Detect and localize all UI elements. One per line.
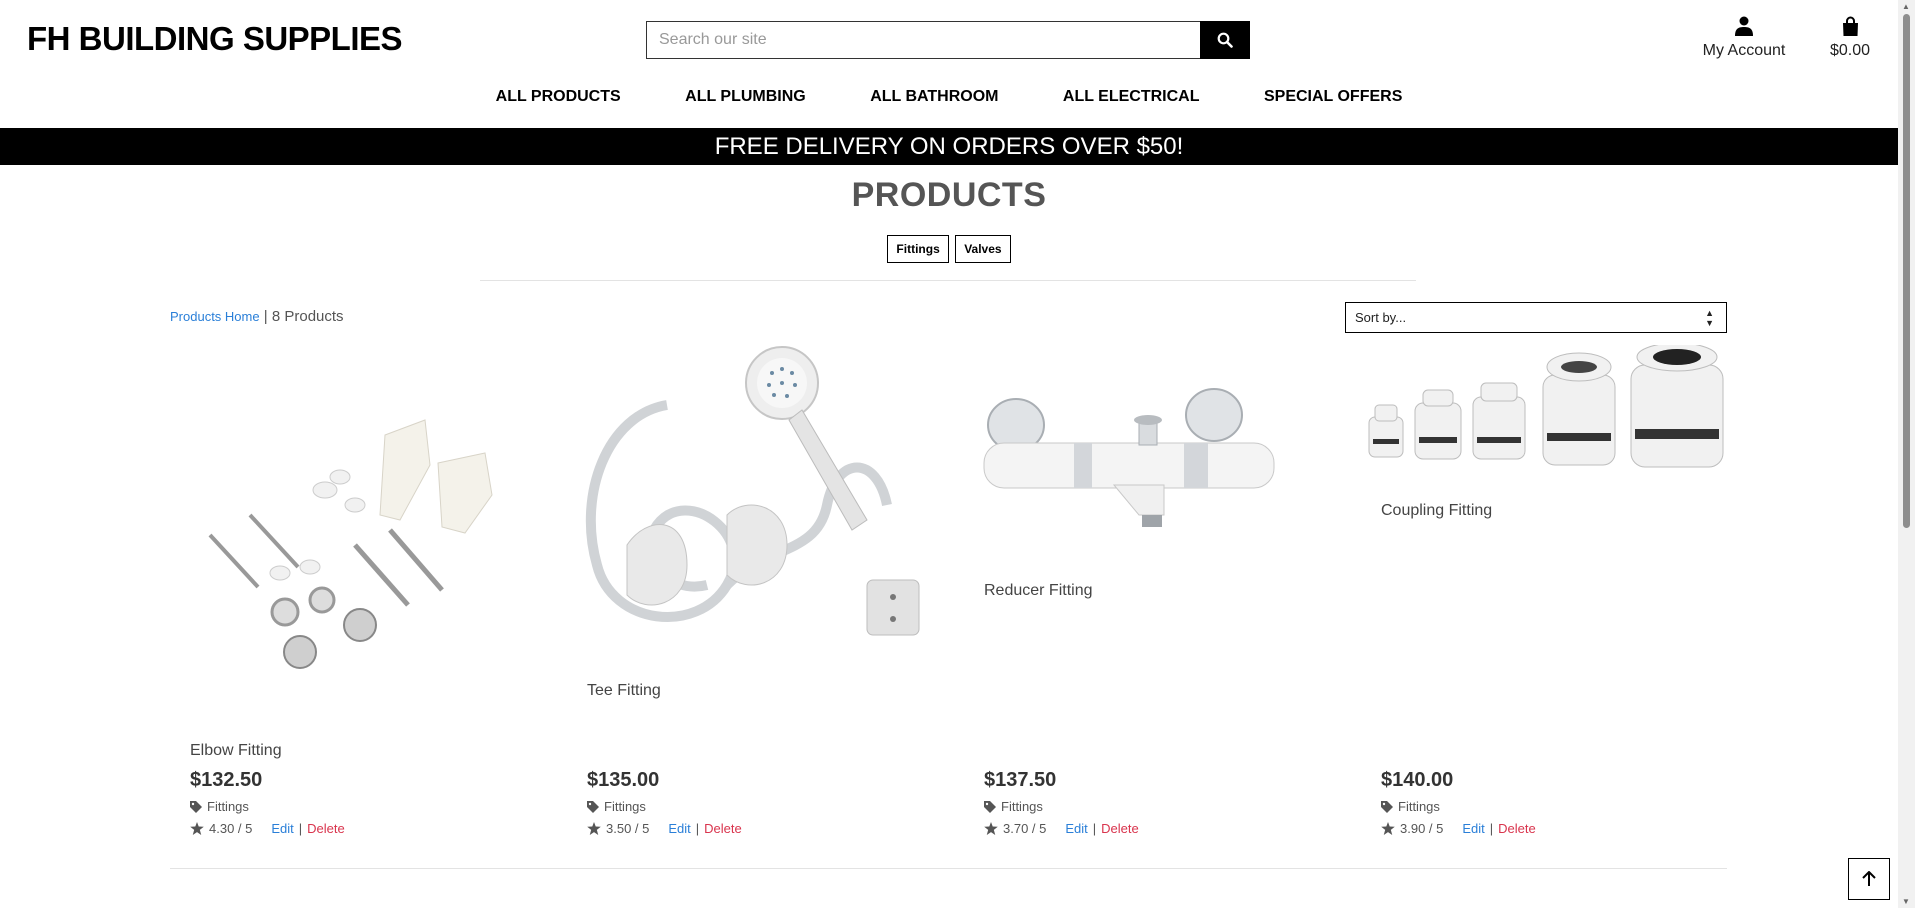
tag-icon [1381, 800, 1393, 813]
star-icon [587, 822, 601, 835]
product-rating: 3.90 / 5 Edit | Delete [1381, 821, 1536, 836]
product-category[interactable]: Fittings [984, 799, 1043, 814]
divider [170, 868, 1727, 869]
scrollbar[interactable]: ▲ ▼ [1898, 0, 1915, 908]
product-category[interactable]: Fittings [1381, 799, 1440, 814]
delete-link[interactable]: Delete [1498, 821, 1536, 836]
nav-all-bathroom[interactable]: ALL BATHROOM [870, 88, 998, 106]
product-category-label: Fittings [604, 799, 646, 814]
link-separator: | [298, 821, 303, 836]
product-card[interactable]: Reducer Fitting $137.50 Fittings 3.70 / … [964, 345, 1354, 845]
product-price: $135.00 [587, 769, 660, 791]
star-icon [1381, 822, 1395, 835]
product-name[interactable]: Reducer Fitting [984, 582, 1093, 600]
cart-total: $0.00 [1829, 42, 1871, 59]
product-rating: 3.70 / 5 Edit | Delete [984, 821, 1139, 836]
delete-link[interactable]: Delete [1101, 821, 1139, 836]
delivery-banner: FREE DELIVERY ON ORDERS OVER $50! [0, 128, 1898, 165]
back-to-top-button[interactable] [1848, 858, 1890, 900]
product-price: $137.50 [984, 769, 1057, 791]
sort-select[interactable]: Sort by... ▲ ▼ [1345, 302, 1727, 333]
product-image-bath-mixer[interactable] [964, 355, 1334, 560]
tag-icon [984, 800, 996, 813]
category-valves-button[interactable]: Valves [955, 235, 1011, 263]
cart-link[interactable]: $0.00 [1822, 16, 1878, 60]
breadcrumb: Products Home | 8 Products [170, 308, 344, 325]
product-card[interactable]: Tee Fitting $135.00 Fittings 3.50 / 5 Ed… [567, 345, 957, 845]
product-name[interactable]: Elbow Fitting [190, 742, 282, 760]
nav-all-products[interactable]: ALL PRODUCTS [496, 88, 621, 106]
product-category-label: Fittings [1398, 799, 1440, 814]
edit-link[interactable]: Edit [1065, 821, 1087, 836]
nav-all-electrical[interactable]: ALL ELECTRICAL [1063, 88, 1200, 106]
category-filters: Fittings Valves [0, 235, 1898, 263]
product-price: $140.00 [1381, 769, 1454, 791]
product-category[interactable]: Fittings [190, 799, 249, 814]
edit-link[interactable]: Edit [271, 821, 293, 836]
scrollbar-thumb[interactable] [1903, 14, 1910, 528]
link-separator: | [695, 821, 700, 836]
product-image-fixing-kit[interactable] [180, 355, 550, 685]
rating-value: 3.50 / 5 [606, 821, 650, 836]
my-account-label: My Account [1702, 42, 1786, 59]
product-card[interactable]: Coupling Fitting $140.00 Fittings 3.90 /… [1361, 345, 1751, 845]
rating-value: 4.30 / 5 [209, 821, 253, 836]
category-fittings-button[interactable]: Fittings [887, 235, 949, 263]
products-home-link[interactable]: Products Home [170, 309, 260, 324]
edit-link[interactable]: Edit [1462, 821, 1484, 836]
search-form [646, 21, 1250, 59]
search-icon [1217, 32, 1233, 48]
search-button[interactable] [1200, 21, 1250, 59]
product-price: $132.50 [190, 769, 263, 791]
my-account-link[interactable]: My Account [1700, 16, 1788, 60]
star-icon [984, 822, 998, 835]
select-arrows-icon: ▲ ▼ [1705, 308, 1714, 328]
shopping-bag-icon [1842, 16, 1858, 36]
rating-value: 3.70 / 5 [1003, 821, 1047, 836]
delete-link[interactable]: Delete [704, 821, 742, 836]
product-rating: 3.50 / 5 Edit | Delete [587, 821, 742, 836]
tag-icon [587, 800, 599, 813]
product-name[interactable]: Coupling Fitting [1381, 502, 1492, 520]
rating-value: 3.90 / 5 [1400, 821, 1444, 836]
product-card[interactable]: Elbow Fitting $132.50 Fittings 4.30 / 5 … [170, 345, 560, 845]
divider [480, 280, 1416, 281]
scroll-up-icon[interactable]: ▲ [1902, 2, 1910, 11]
product-image-shower-hose[interactable] [567, 345, 937, 655]
product-name[interactable]: Tee Fitting [587, 682, 661, 700]
site-logo[interactable]: FH BUILDING SUPPLIES [27, 20, 403, 58]
sort-select-value: Sort by... [1355, 310, 1407, 325]
delete-link[interactable]: Delete [307, 821, 345, 836]
breadcrumb-separator: | [263, 308, 268, 325]
link-separator: | [1092, 821, 1097, 836]
product-category-label: Fittings [1001, 799, 1043, 814]
arrow-up-icon [1862, 871, 1876, 886]
nav-all-plumbing[interactable]: ALL PLUMBING [685, 88, 806, 106]
scroll-down-icon[interactable]: ▼ [1902, 897, 1910, 906]
link-separator: | [1489, 821, 1494, 836]
search-input[interactable] [646, 21, 1200, 59]
product-image-cable-glands[interactable] [1361, 345, 1729, 475]
page-title: PRODUCTS [851, 176, 1047, 214]
star-icon [190, 822, 204, 835]
product-category[interactable]: Fittings [587, 799, 646, 814]
edit-link[interactable]: Edit [668, 821, 690, 836]
product-category-label: Fittings [207, 799, 249, 814]
nav-special-offers[interactable]: SPECIAL OFFERS [1264, 88, 1402, 106]
product-count: 8 Products [271, 308, 344, 325]
product-rating: 4.30 / 5 Edit | Delete [190, 821, 345, 836]
tag-icon [190, 800, 202, 813]
user-icon [1735, 16, 1753, 36]
header: FH BUILDING SUPPLIES My Account $0.00 [0, 0, 1898, 128]
main-nav: ALL PRODUCTS ALL PLUMBING ALL BATHROOM A… [0, 88, 1898, 106]
